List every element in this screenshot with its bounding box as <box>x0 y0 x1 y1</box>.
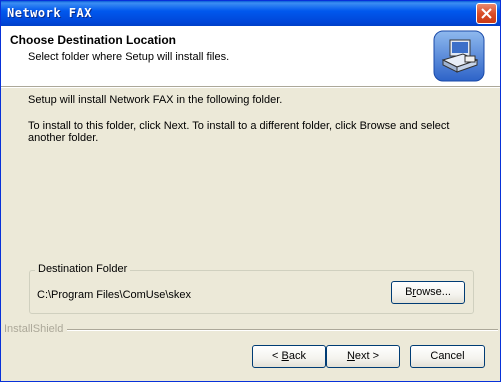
header-separator <box>1 86 500 88</box>
close-button[interactable] <box>476 3 497 24</box>
installshield-brand: InstallShield <box>4 323 68 335</box>
setup-dialog-window: Network FAX Choose Destination Location … <box>0 0 501 382</box>
window-title: Network FAX <box>7 6 92 20</box>
cancel-button[interactable]: Cancel <box>410 345 485 368</box>
header-panel: Choose Destination Location Select folde… <box>1 26 500 86</box>
close-x-icon <box>481 8 492 19</box>
installshield-separator <box>4 329 498 331</box>
computer-install-icon <box>433 30 485 82</box>
destination-path: C:\Program Files\ComUse\skex <box>37 289 192 301</box>
browse-label-post: owse... <box>416 286 451 298</box>
back-label-hotkey: B <box>281 350 289 362</box>
back-label-post: ack <box>288 350 306 362</box>
page-title: Choose Destination Location <box>10 33 177 47</box>
instruction-line-2: another folder. <box>28 132 99 144</box>
destination-folder-label: Destination Folder <box>35 263 131 275</box>
title-bar[interactable]: Network FAX <box>1 1 500 26</box>
browse-button[interactable]: Browse... <box>391 281 465 304</box>
back-button[interactable]: < Back <box>252 345 326 368</box>
next-button[interactable]: Next > <box>326 345 400 368</box>
install-info-text: Setup will install Network FAX in the fo… <box>28 94 283 106</box>
next-label-hotkey: N <box>346 350 355 362</box>
page-subtitle: Select folder where Setup will install f… <box>28 51 230 63</box>
next-label-post: ext > <box>354 350 380 362</box>
back-label-pre: < <box>272 350 282 362</box>
